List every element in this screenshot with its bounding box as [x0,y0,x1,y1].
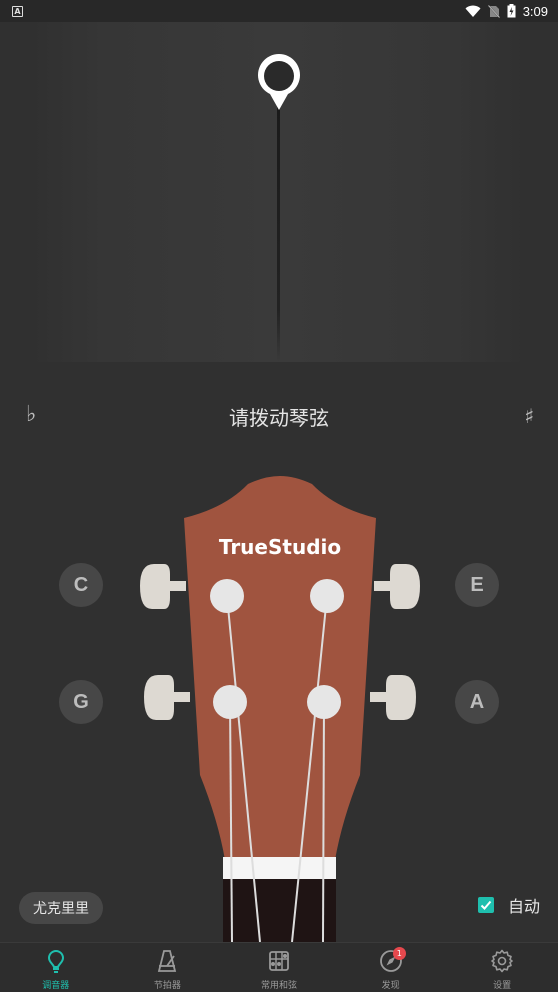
string-button-a[interactable]: A [455,680,499,724]
tuning-prompt: 请拨动琴弦 [229,406,329,430]
ukulele-headstock: TrueStudio [140,476,420,942]
string-button-c[interactable]: C [59,563,103,607]
settings-icon [491,949,513,973]
tab-discover[interactable]: 1 发现 [335,943,447,992]
tuning-meter [0,22,558,372]
tab-tuner[interactable]: 调音器 [0,943,112,992]
tab-settings-label: 设置 [493,981,512,991]
auto-label: 自动 [507,897,540,916]
status-time: 3:09 [522,3,548,19]
check-icon [480,900,492,910]
tab-discover-label: 发现 [381,981,400,991]
nut [223,857,336,879]
tab-settings[interactable]: 设置 [446,943,558,992]
pitch-marker-icon [258,54,300,110]
peg-post-c [210,579,244,613]
tuning-peg-e[interactable] [374,564,420,609]
peg-post-g [213,685,247,719]
tuner-icon [47,949,64,973]
tuning-peg-g[interactable] [144,675,190,720]
auto-checkbox[interactable] [477,897,494,913]
instrument-selector[interactable]: 尤克里里 [19,892,103,924]
tab-chords[interactable]: 常用和弦 [223,943,335,992]
tab-metronome-label: 节拍器 [153,981,181,991]
string-button-e[interactable]: E [455,563,499,607]
bottom-navigation: 调音器 节拍器 常用和弦 1 发现 设置 [0,942,558,992]
tuning-needle [277,102,280,362]
tuning-peg-c[interactable] [140,564,186,609]
tuning-peg-a[interactable] [370,675,416,720]
metronome-icon [158,950,177,972]
fretboard [223,879,336,942]
wifi-icon [465,5,481,17]
tab-metronome[interactable]: 节拍器 [112,943,224,992]
battery-charging-icon [507,4,516,18]
no-sim-icon [487,4,500,18]
brand-logo: TrueStudio [219,535,341,559]
notification-badge: 1 [392,947,406,960]
auto-toggle[interactable]: 自动 [477,893,540,917]
string-button-g[interactable]: G [59,680,103,724]
peg-post-e [310,579,344,613]
sharp-indicator: ♯ [524,404,534,428]
chord-icon [269,951,289,971]
app-notification-icon: A [12,5,23,17]
tab-tuner-label: 调音器 [42,981,70,991]
tab-chords-label: 常用和弦 [260,981,297,991]
status-bar: A 3:09 [0,0,558,22]
peg-post-a [307,685,341,719]
